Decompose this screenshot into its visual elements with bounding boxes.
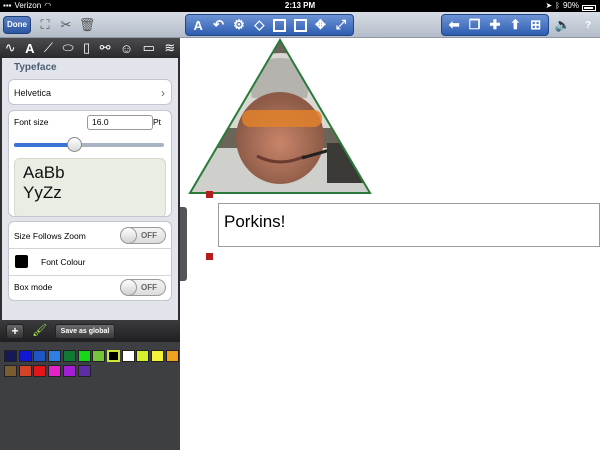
colour-swatch[interactable] <box>48 365 62 377</box>
colour-swatch[interactable] <box>48 350 62 362</box>
typeface-value: Helvetica <box>14 88 52 98</box>
slider-thumb[interactable] <box>67 137 82 152</box>
colour-swatch[interactable] <box>77 365 91 377</box>
font-size-unit: Pt <box>152 117 161 127</box>
colour-swatch[interactable] <box>151 350 164 362</box>
colour-swatch[interactable] <box>62 365 76 377</box>
colour-swatch[interactable] <box>77 350 91 362</box>
preview-line-1: AaBb <box>23 163 65 182</box>
status-bar: ▪▪▪ Verizon ◠ 2:13 PM ➤ ᛒ 90% <box>0 0 600 12</box>
rectangle-tool-icon[interactable]: ▯ <box>83 40 90 56</box>
size-follows-zoom-label: Size Follows Zoom <box>14 231 86 241</box>
slider-fill <box>14 143 74 147</box>
edit-tools-group: A ↶ ⚙ ◇ ✥ ⤢ <box>185 14 354 36</box>
main-toolbar: Done ⛶ ✂ 🗑 A ↶ ⚙ ◇ ✥ ⤢ ⬅ ❐ ✚ ⬆ ⊞ 🔈 ? <box>0 12 600 38</box>
triangle-photo-shape[interactable] <box>187 38 377 196</box>
bluetooth-icon: ᛒ <box>555 1 560 10</box>
settings-gear-icon[interactable]: ⚙ <box>230 16 248 34</box>
add-button[interactable]: + <box>6 324 24 339</box>
preview-line-2: YyZz <box>23 183 62 202</box>
text-settings-panel: ∿ A ⟋ ⬭ ▯ ⚯ ☺ ▭ ≋ Typeface Helvetica › F… <box>0 38 180 450</box>
divider <box>9 248 171 249</box>
colour-swatch[interactable] <box>33 350 47 362</box>
document-icon[interactable]: ▭ <box>143 40 155 56</box>
battery-percent: 90% <box>562 1 579 10</box>
help-button[interactable]: ? <box>580 17 596 33</box>
text-tool-icon[interactable]: A <box>189 16 207 34</box>
pen-tool-icon[interactable]: ⟋ <box>44 40 53 56</box>
battery-icon <box>582 4 596 11</box>
selection-handle[interactable] <box>206 253 213 260</box>
clock: 2:13 PM <box>284 1 316 10</box>
divider <box>9 275 171 276</box>
toggle-state: OFF <box>141 283 157 292</box>
font-size-label: Font size <box>14 117 49 127</box>
canvas-text-box[interactable]: Porkins! <box>218 203 600 247</box>
colour-swatch[interactable] <box>136 350 150 362</box>
options-group: Size Follows Zoom OFF Font Colour Box mo… <box>8 221 172 301</box>
box-mode-label: Box mode <box>14 282 53 292</box>
scissors-icon[interactable]: ✂ <box>58 17 74 33</box>
selection-handle[interactable] <box>206 191 213 198</box>
font-size-slider[interactable] <box>14 137 164 152</box>
drawing-canvas[interactable]: Porkins! <box>187 38 600 450</box>
binoculars-icon[interactable]: ⚯ <box>100 40 111 56</box>
location-icon: ➤ <box>545 1 553 10</box>
colour-swatch[interactable] <box>4 350 17 362</box>
colour-swatch[interactable] <box>165 350 179 362</box>
add-page-icon[interactable]: ⊞ <box>527 16 545 34</box>
colour-swatch[interactable] <box>18 350 32 362</box>
typeface-group: Helvetica › <box>8 79 172 105</box>
colour-swatch[interactable] <box>4 365 17 377</box>
typeface-section-title: Typeface <box>14 62 57 73</box>
panel-actions-bar: + 🖌 Save as global <box>0 320 180 342</box>
done-button[interactable]: Done <box>3 16 31 34</box>
save-as-global-button[interactable]: Save as global <box>55 324 115 339</box>
font-size-input[interactable]: 16.0 <box>87 115 153 130</box>
text-tool-icon[interactable]: A <box>25 41 34 56</box>
font-preview: AaBb YyZz <box>14 158 166 216</box>
colour-palette <box>0 342 180 450</box>
size-follows-zoom-toggle[interactable]: OFF <box>120 227 166 244</box>
copy-pages-icon[interactable]: ❐ <box>466 16 484 34</box>
speaker-icon[interactable]: 🔈 <box>555 17 571 33</box>
toggle-state: OFF <box>141 231 157 240</box>
panel-body: Typeface Helvetica › Font size 16.0 Pt A… <box>2 58 178 354</box>
panel-drag-handle[interactable] <box>180 207 187 281</box>
fill-box-icon[interactable] <box>291 16 309 34</box>
chevron-right-icon: › <box>161 86 165 100</box>
box-mode-toggle[interactable]: OFF <box>120 279 166 296</box>
eraser-icon[interactable]: ◇ <box>250 16 268 34</box>
colour-swatch[interactable] <box>92 350 106 362</box>
back-arrow-icon[interactable]: ⬅ <box>445 16 463 34</box>
typeface-selector[interactable]: Helvetica › <box>9 80 171 104</box>
smiley-icon[interactable]: ☺ <box>120 41 133 56</box>
undo-icon[interactable]: ↶ <box>210 16 228 34</box>
colour-swatch[interactable] <box>106 350 120 362</box>
fit-to-screen-icon[interactable]: ⛶ <box>37 17 53 33</box>
colour-swatch[interactable] <box>62 350 76 362</box>
page-tools-group: ⬅ ❐ ✚ ⬆ ⊞ <box>441 14 549 36</box>
colour-swatch[interactable] <box>33 365 47 377</box>
paintbrush-icon[interactable]: 🖌 <box>32 323 47 339</box>
move-icon[interactable]: ✥ <box>311 16 329 34</box>
font-colour-label[interactable]: Font Colour <box>41 257 85 267</box>
colour-swatch[interactable] <box>121 350 135 362</box>
panel-tool-row: ∿ A ⟋ ⬭ ▯ ⚯ ☺ ▭ ≋ <box>0 38 180 58</box>
text-box-content[interactable]: Porkins! <box>224 212 285 232</box>
font-colour-swatch[interactable] <box>15 255 28 268</box>
oval-tool-icon[interactable]: ⬭ <box>62 40 73 56</box>
colour-swatch[interactable] <box>18 365 32 377</box>
page-icon[interactable] <box>271 16 289 34</box>
resize-icon[interactable]: ⤢ <box>332 16 350 34</box>
layers-icon[interactable]: ≋ <box>164 40 175 56</box>
app-window: ▪▪▪ Verizon ◠ 2:13 PM ➤ ᛒ 90% Done ⛶ ✂ 🗑… <box>0 0 600 450</box>
export-icon[interactable]: ⬆ <box>506 16 524 34</box>
curve-tool-icon[interactable]: ∿ <box>5 40 16 56</box>
font-size-group: Font size 16.0 Pt AaBb YyZz <box>8 110 172 217</box>
trash-icon[interactable]: 🗑 <box>79 17 96 33</box>
add-icon[interactable]: ✚ <box>486 16 504 34</box>
triangle-photo-image <box>188 38 372 194</box>
